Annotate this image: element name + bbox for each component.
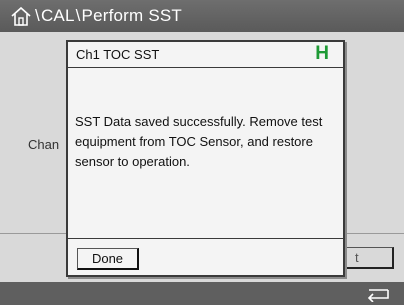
dialog-title: Ch1 TOC SST xyxy=(76,47,160,62)
back-arrow-icon[interactable] xyxy=(366,286,392,302)
breadcrumb-item-cal[interactable]: CAL xyxy=(41,6,75,25)
channel-label: Chan xyxy=(28,137,60,152)
status-indicator: H xyxy=(315,43,329,64)
breadcrumb: \CAL\Perform SST xyxy=(34,5,182,27)
start-button[interactable]: t xyxy=(340,247,394,269)
dialog-message: SST Data saved successfully. Remove test… xyxy=(75,114,323,169)
done-button[interactable]: Done xyxy=(77,248,139,270)
home-icon[interactable] xyxy=(10,5,32,27)
bottom-bar xyxy=(0,282,404,305)
breadcrumb-separator: \ xyxy=(35,6,40,25)
title-bar: \CAL\Perform SST xyxy=(0,0,404,32)
dialog-divider xyxy=(68,238,343,239)
sst-dialog: Ch1 TOC SST H SST Data saved successfull… xyxy=(66,40,345,277)
breadcrumb-separator: \ xyxy=(75,6,81,25)
breadcrumb-item-perform-sst: Perform SST xyxy=(81,6,182,25)
dialog-header: Ch1 TOC SST H xyxy=(68,42,343,68)
